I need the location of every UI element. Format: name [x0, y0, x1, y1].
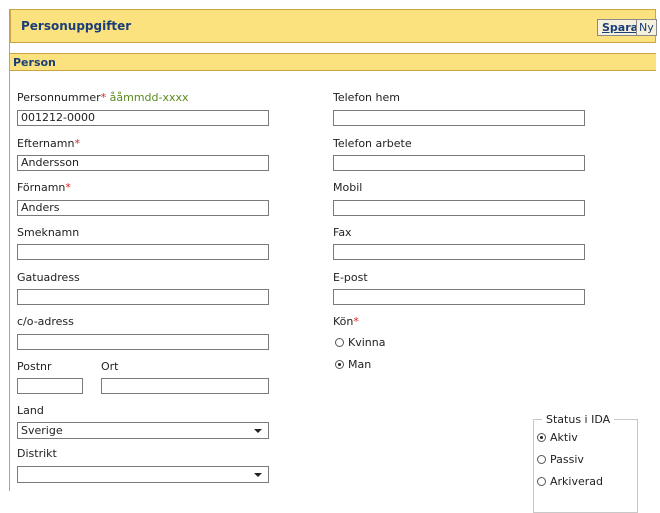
efternamn-label-text: Efternamn: [17, 137, 75, 150]
page-title: Personuppgifter: [21, 19, 132, 33]
co-adress-label: c/o-adress: [17, 315, 74, 328]
radio-checked-icon: [335, 360, 344, 369]
required-marker: *: [65, 181, 71, 194]
fornamn-input[interactable]: Anders: [17, 200, 269, 216]
chevron-down-icon: [254, 473, 262, 477]
mobil-label: Mobil: [333, 181, 363, 194]
telefon-hem-input[interactable]: [333, 110, 585, 126]
fax-label: Fax: [333, 226, 352, 239]
personnummer-label: Personnummer* ååmmdd-xxxx: [17, 91, 189, 104]
section-title: Person: [13, 56, 56, 69]
efternamn-label: Efternamn*: [17, 137, 80, 150]
kon-radio-man[interactable]: Man: [335, 358, 371, 371]
radio-unchecked-icon: [537, 477, 546, 486]
kon-label-text: Kön: [333, 315, 354, 328]
fax-input[interactable]: [333, 244, 585, 260]
ort-label: Ort: [101, 360, 119, 373]
ort-input[interactable]: [101, 378, 269, 394]
land-label: Land: [17, 404, 44, 417]
land-select[interactable]: Sverige: [17, 422, 269, 439]
new-button[interactable]: Ny: [636, 19, 657, 36]
co-adress-input[interactable]: [17, 334, 269, 350]
radio-label: Man: [348, 358, 372, 371]
personnummer-format-hint: ååmmdd-xxxx: [106, 91, 189, 104]
status-radio-arkiverad[interactable]: Arkiverad: [537, 475, 603, 488]
land-selected-value: Sverige: [21, 424, 63, 437]
panel-header: Personuppgifter Spara Ny: [10, 9, 657, 43]
kon-label: Kön*: [333, 315, 359, 328]
fornamn-label-text: Förnamn: [17, 181, 66, 194]
radio-label: Passiv: [550, 453, 584, 466]
gatuadress-label: Gatuadress: [17, 271, 80, 284]
telefon-arbete-input[interactable]: [333, 155, 585, 171]
distrikt-label: Distrikt: [17, 447, 57, 460]
status-radio-aktiv[interactable]: Aktiv: [537, 431, 578, 444]
status-legend: Status i IDA: [546, 413, 611, 426]
mobil-input[interactable]: [333, 200, 585, 216]
personnummer-label-text: Personnummer: [17, 91, 101, 104]
distrikt-select[interactable]: [17, 466, 269, 483]
radio-label: Kvinna: [348, 336, 386, 349]
telefon-arbete-label: Telefon arbete: [333, 137, 412, 150]
status-radio-passiv[interactable]: Passiv: [537, 453, 584, 466]
radio-unchecked-icon: [537, 455, 546, 464]
efternamn-input[interactable]: Andersson: [17, 155, 269, 171]
kon-radio-kvinna[interactable]: Kvinna: [335, 336, 385, 349]
smeknamn-label: Smeknamn: [17, 226, 80, 239]
form-panel: Personuppgifter Spara Ny Person Personnu…: [9, 9, 658, 513]
gatuadress-input[interactable]: [17, 289, 269, 305]
radio-unchecked-icon: [335, 338, 344, 347]
radio-label: Aktiv: [550, 431, 578, 444]
section-header-person: Person: [10, 53, 656, 71]
epost-input[interactable]: [333, 289, 585, 305]
telefon-hem-label: Telefon hem: [333, 91, 400, 104]
radio-label: Arkiverad: [550, 475, 603, 488]
required-marker: *: [353, 315, 359, 328]
personnummer-input[interactable]: 001212-0000: [17, 110, 269, 126]
postnr-label: Postnr: [17, 360, 52, 373]
radio-checked-icon: [537, 433, 546, 442]
fornamn-label: Förnamn*: [17, 181, 71, 194]
smeknamn-input[interactable]: [17, 244, 269, 260]
epost-label: E-post: [333, 271, 368, 284]
required-marker: *: [74, 137, 80, 150]
chevron-down-icon: [254, 429, 262, 433]
postnr-input[interactable]: [17, 378, 83, 394]
